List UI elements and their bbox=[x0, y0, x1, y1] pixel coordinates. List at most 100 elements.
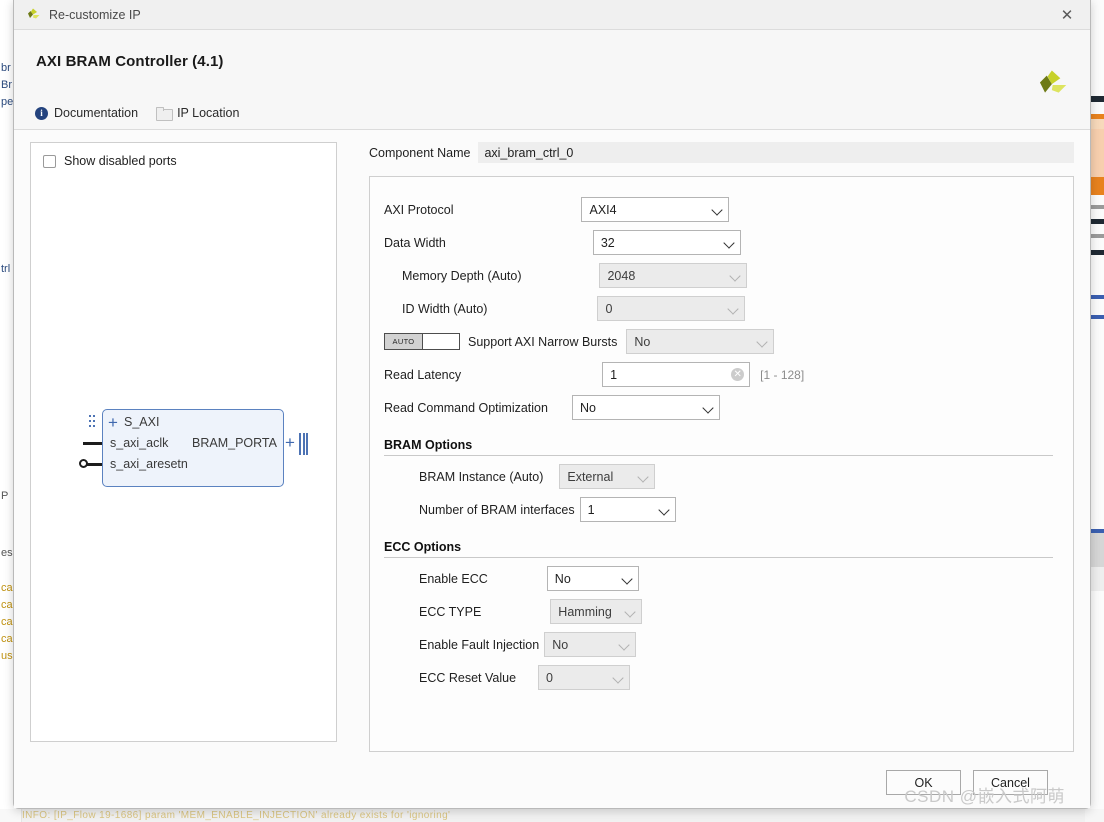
show-disabled-ports-row[interactable]: Show disabled ports bbox=[31, 143, 336, 168]
param-row-ecc-reset-value: ECC Reset Value 0 bbox=[384, 661, 1053, 694]
parameters-panel: Component Name axi_bram_ctrl_0 AXI Proto… bbox=[337, 142, 1074, 752]
param-row-axi-protocol: AXI Protocol AXI4 bbox=[384, 193, 1053, 226]
combo-value-bram-interfaces: 1 bbox=[587, 502, 595, 517]
param-row-bram-instance: BRAM Instance (Auto) External bbox=[384, 460, 1053, 493]
xilinx-logo-icon bbox=[28, 8, 40, 18]
combo-value-bram-instance: External bbox=[567, 469, 614, 484]
component-name-row: Component Name axi_bram_ctrl_0 bbox=[369, 142, 1074, 163]
ip-symbol-panel: Show disabled ports + S_AXI s_axi_aclk s… bbox=[30, 142, 337, 742]
section-divider bbox=[384, 455, 1053, 456]
combo-read-cmd-opt[interactable]: No bbox=[571, 395, 720, 420]
chevron-down-icon bbox=[758, 337, 767, 346]
dialog-body: Show disabled ports + S_AXI s_axi_aclk s… bbox=[14, 130, 1090, 752]
port-label-s-axi-aclk: s_axi_aclk bbox=[110, 436, 169, 450]
chevron-down-icon bbox=[626, 607, 635, 616]
section-title-ecc-options: ECC Options bbox=[384, 540, 462, 554]
combo-id-width: 0 bbox=[597, 296, 746, 321]
hint-read-latency-range: [1 - 128] bbox=[760, 367, 805, 382]
combo-enable-ecc[interactable]: No bbox=[546, 566, 639, 591]
background-console-text: INFO: [IP_Flow 19-1686] param 'MEM_ENABL… bbox=[0, 809, 1104, 822]
close-icon[interactable]: ✕ bbox=[1044, 0, 1090, 30]
auto-toggle-narrow-bursts[interactable]: AUTO bbox=[384, 333, 460, 350]
dialog-title: Re-customize IP bbox=[49, 7, 141, 22]
param-row-bram-interfaces: Number of BRAM interfaces 1 bbox=[384, 493, 1053, 526]
port-label-bram-porta: BRAM_PORTA bbox=[192, 436, 277, 450]
chevron-down-icon bbox=[731, 271, 740, 280]
chevron-down-icon bbox=[639, 472, 648, 481]
component-name-label: Component Name bbox=[369, 145, 471, 160]
expand-bram-porta-icon[interactable]: + bbox=[285, 434, 295, 451]
label-ecc-type: ECC TYPE bbox=[419, 604, 482, 619]
chevron-down-icon bbox=[614, 673, 623, 682]
watermark: CSDN @嵌入式阿萌 bbox=[904, 787, 1065, 806]
label-narrow-bursts: Support AXI Narrow Bursts bbox=[468, 334, 618, 349]
combo-value-fault-injection: No bbox=[552, 637, 569, 652]
combo-value-axi-protocol: AXI4 bbox=[589, 202, 617, 217]
combo-value-data-width: 32 bbox=[600, 235, 615, 250]
ip-title: AXI BRAM Controller (4.1) bbox=[36, 53, 224, 70]
ip-location-link[interactable]: IP Location bbox=[156, 106, 240, 121]
combo-axi-protocol[interactable]: AXI4 bbox=[581, 197, 730, 222]
dialog-footer: OK Cancel CSDN @嵌入式阿萌 bbox=[14, 752, 1090, 808]
param-row-fault-injection: Enable Fault Injection No bbox=[384, 628, 1053, 661]
folder-icon bbox=[156, 107, 174, 121]
ip-block-symbol: + S_AXI s_axi_aclk s_axi_aresetn BRAM_PO… bbox=[61, 409, 308, 487]
chevron-down-icon bbox=[704, 403, 713, 412]
auto-toggle-track bbox=[423, 334, 459, 349]
param-row-narrow-bursts: AUTO Support AXI Narrow Bursts No bbox=[384, 325, 1053, 358]
xilinx-pinwheel-logo bbox=[1039, 70, 1067, 93]
label-fault-injection: Enable Fault Injection bbox=[419, 637, 540, 652]
combo-bram-interfaces[interactable]: 1 bbox=[579, 497, 676, 522]
label-bram-instance: BRAM Instance (Auto) bbox=[419, 469, 544, 484]
label-bram-interfaces: Number of BRAM interfaces bbox=[419, 502, 575, 517]
show-disabled-ports-checkbox[interactable] bbox=[43, 154, 56, 168]
section-title-bram-options: BRAM Options bbox=[384, 438, 473, 452]
show-disabled-ports-label: Show disabled ports bbox=[64, 154, 177, 168]
chevron-down-icon bbox=[620, 640, 629, 649]
combo-value-enable-ecc: No bbox=[554, 571, 571, 586]
dialog-titlebar: Re-customize IP ✕ bbox=[14, 0, 1090, 30]
input-read-latency[interactable]: 1 ✕ bbox=[602, 362, 751, 387]
combo-value-memory-depth: 2048 bbox=[607, 268, 636, 283]
expand-s-axi-icon[interactable]: + bbox=[108, 414, 118, 431]
label-read-cmd-opt: Read Command Optimization bbox=[384, 400, 548, 415]
auto-toggle-knob-label: AUTO bbox=[385, 334, 423, 349]
combo-data-width[interactable]: 32 bbox=[592, 230, 741, 255]
label-id-width: ID Width (Auto) bbox=[402, 301, 488, 316]
combo-bram-instance: External bbox=[559, 464, 656, 489]
combo-ecc-type: Hamming bbox=[550, 599, 643, 624]
bus-connector-bars-icon bbox=[299, 433, 308, 455]
param-row-id-width: ID Width (Auto) 0 bbox=[384, 292, 1053, 325]
clock-pin-icon bbox=[83, 442, 102, 445]
documentation-label: Documentation bbox=[54, 106, 139, 120]
label-memory-depth: Memory Depth (Auto) bbox=[402, 268, 522, 283]
info-icon: i bbox=[35, 106, 48, 120]
combo-value-ecc-type: Hamming bbox=[558, 604, 612, 619]
label-data-width: Data Width bbox=[384, 235, 446, 250]
chevron-down-icon bbox=[713, 205, 722, 214]
reset-pin-line-icon bbox=[87, 463, 102, 466]
parameters-box: AXI Protocol AXI4 Data Width 32 Memory D… bbox=[369, 176, 1074, 752]
combo-memory-depth: 2048 bbox=[599, 263, 748, 288]
dialog-header: AXI BRAM Controller (4.1) i Documentatio… bbox=[14, 30, 1090, 130]
section-divider bbox=[384, 557, 1053, 558]
chevron-down-icon bbox=[660, 505, 669, 514]
label-ecc-reset-value: ECC Reset Value bbox=[419, 670, 517, 685]
active-low-reset-bubble-icon bbox=[79, 459, 88, 468]
re-customize-ip-dialog: Re-customize IP ✕ AXI BRAM Controller (4… bbox=[13, 0, 1091, 809]
port-label-s-axi: S_AXI bbox=[124, 415, 160, 429]
param-row-enable-ecc: Enable ECC No bbox=[384, 562, 1053, 595]
label-axi-protocol: AXI Protocol bbox=[384, 202, 454, 217]
documentation-link[interactable]: i Documentation bbox=[35, 106, 138, 120]
bus-connector-dots-icon bbox=[89, 415, 96, 431]
combo-value-id-width: 0 bbox=[605, 301, 613, 316]
clear-icon[interactable]: ✕ bbox=[731, 368, 745, 381]
component-name-input[interactable]: axi_bram_ctrl_0 bbox=[478, 142, 1074, 163]
combo-value-read-cmd-opt: No bbox=[579, 400, 596, 415]
combo-ecc-reset-value: 0 bbox=[538, 665, 631, 690]
ip-location-label: IP Location bbox=[177, 106, 240, 120]
label-enable-ecc: Enable ECC bbox=[419, 571, 488, 586]
combo-narrow-bursts: No bbox=[626, 329, 775, 354]
param-row-read-latency: Read Latency 1 ✕ [1 - 128] bbox=[384, 358, 1053, 391]
combo-value-ecc-reset-value: 0 bbox=[546, 670, 553, 685]
